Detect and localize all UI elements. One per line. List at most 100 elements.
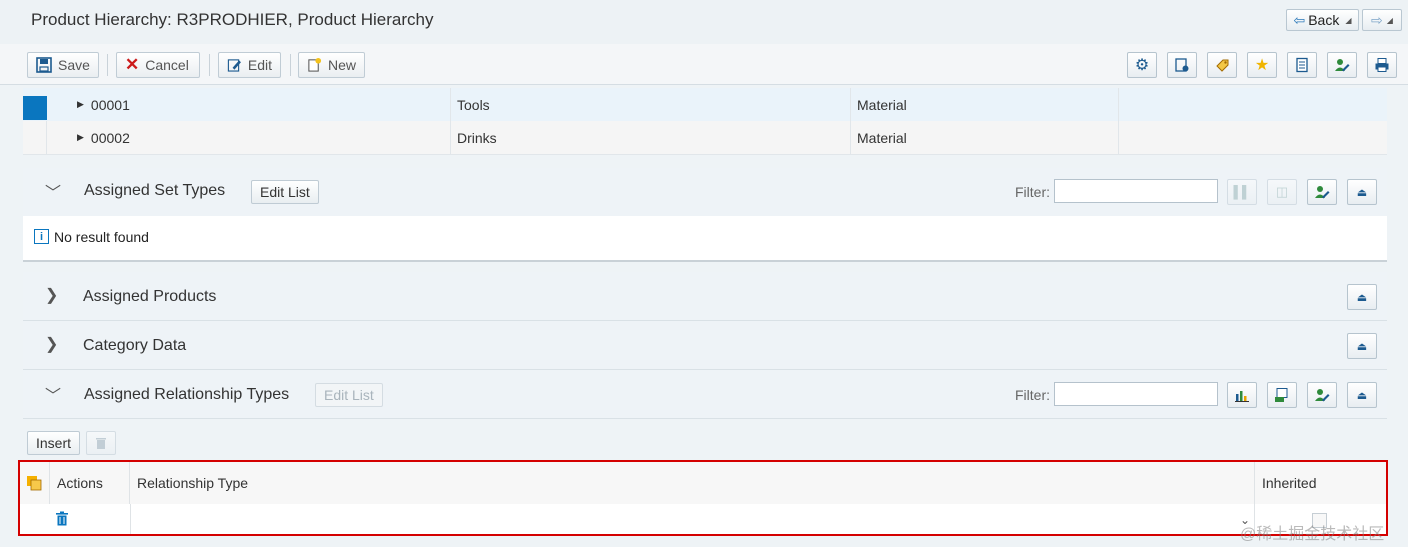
expand-chevron-icon[interactable]: ❯ — [45, 285, 58, 305]
table-row[interactable]: ▶ 00001 Tools Material — [23, 88, 1387, 122]
panel-title: Category Data — [83, 337, 187, 354]
settings-icon: ⚙ — [1134, 57, 1150, 74]
personalize-button[interactable] — [1167, 52, 1197, 78]
expand-triangle-icon[interactable]: ▶ — [77, 132, 84, 143]
export-icon: ◫ — [1275, 184, 1289, 199]
filter-input[interactable] — [1054, 382, 1218, 406]
dropdown-icon: ◢ — [1345, 15, 1352, 25]
page-title: Product Hierarchy: R3PRODHIER, Product H… — [31, 10, 434, 29]
eject-button[interactable]: ⏏ — [1347, 179, 1377, 205]
toolbar-separator — [290, 54, 291, 76]
eject-icon: ⏏ — [1356, 291, 1368, 304]
no-result-area: i No result found — [23, 216, 1387, 262]
edit-list-button[interactable]: Edit List — [251, 180, 319, 204]
eject-icon: ⏏ — [1356, 186, 1368, 199]
personalize-icon — [1175, 58, 1189, 72]
category-data-panel-header[interactable]: ❯ Category Data ⏏ — [23, 321, 1387, 370]
back-button[interactable]: ⇦ Back ◢ — [1286, 9, 1359, 31]
watermark: @稀土掘金技术社区 — [1240, 526, 1385, 543]
eject-icon: ⏏ — [1356, 389, 1368, 402]
new-button[interactable]: New — [298, 52, 365, 78]
chart-icon: ▌▌ — [1233, 185, 1251, 199]
tag-button[interactable] — [1207, 52, 1237, 78]
collapse-chevron-icon[interactable]: ﹀ — [45, 382, 61, 406]
multi-select-icon — [27, 476, 42, 491]
chart-button[interactable]: ▌▌ — [1227, 179, 1257, 205]
chart-icon — [1235, 391, 1249, 402]
export-button[interactable] — [1267, 382, 1297, 408]
back-arrow-icon: ⇦ — [1293, 11, 1306, 28]
dropdown-icon: ◢ — [1386, 15, 1393, 25]
table-row[interactable]: ⌄ — [20, 504, 1386, 534]
collapse-chevron-icon[interactable]: ﹀ — [45, 179, 61, 203]
inherited-column-header[interactable]: Inherited — [1255, 462, 1386, 504]
save-button[interactable]: Save — [27, 52, 99, 78]
row-delete-icon[interactable] — [54, 511, 70, 530]
export-icon — [1275, 388, 1288, 402]
toolbar: Save ✕ Cancel Edit New ⚙ ★ — [0, 44, 1408, 85]
expand-chevron-icon[interactable]: ❯ — [45, 334, 58, 354]
print-icon — [1375, 58, 1389, 72]
type-cell: Material — [851, 88, 1119, 121]
tree-node-cell[interactable]: ▶ 00001 — [47, 88, 451, 121]
assigned-set-types-panel-header: ﹀ Assigned Set Types Edit List Filter: ▌… — [23, 168, 1387, 217]
row-selector[interactable] — [23, 121, 47, 154]
favorite-add-icon: ★ — [1254, 57, 1270, 74]
eject-button[interactable]: ⏏ — [1347, 284, 1377, 310]
user-settings-button[interactable] — [1307, 179, 1337, 205]
notes-icon — [1296, 57, 1308, 73]
notes-button[interactable] — [1287, 52, 1317, 78]
add-favorite-button[interactable]: ★ — [1247, 52, 1277, 78]
assigned-relationship-types-panel-header: ﹀ Assigned Relationship Types Edit List … — [23, 370, 1387, 419]
cancel-x-icon: ✕ — [125, 55, 140, 74]
forward-arrow-icon: ⇨ — [1371, 11, 1383, 28]
expand-triangle-icon[interactable]: ▶ — [77, 99, 84, 110]
row-selector[interactable] — [20, 504, 50, 534]
export-button[interactable]: ◫ — [1267, 179, 1297, 205]
user-settings-button[interactable] — [1307, 382, 1337, 408]
user-edit-icon — [1315, 389, 1330, 402]
actions-column-header[interactable]: Actions — [50, 462, 130, 504]
eject-button[interactable]: ⏏ — [1347, 333, 1377, 359]
description-cell: Drinks — [451, 121, 851, 154]
panel-title: Assigned Relationship Types — [84, 386, 290, 403]
select-all-cell[interactable] — [20, 462, 50, 504]
print-button[interactable] — [1367, 52, 1397, 78]
forward-button[interactable]: ⇨ ◢ — [1362, 9, 1402, 31]
edit-button[interactable]: Edit — [218, 52, 281, 78]
panel-title: Assigned Products — [83, 288, 217, 305]
eject-icon: ⏏ — [1356, 340, 1368, 353]
trash-icon — [96, 438, 106, 449]
relationship-type-dropdown[interactable]: ⌄ — [130, 504, 1255, 534]
new-document-icon — [308, 57, 322, 72]
hierarchy-tree-table: ▶ 00001 Tools Material ▶ 00002 Drinks Ma… — [23, 88, 1387, 155]
save-icon — [36, 57, 52, 73]
settings-icon-button[interactable]: ⚙ — [1127, 52, 1157, 78]
row-selector[interactable] — [23, 96, 47, 120]
assigned-products-panel-header[interactable]: ❯ Assigned Products ⏏ — [23, 272, 1387, 321]
description-cell: Tools — [451, 88, 851, 121]
toolbar-separator — [107, 54, 108, 76]
table-row[interactable]: ▶ 00002 Drinks Material — [23, 121, 1387, 155]
filter-input[interactable] — [1054, 179, 1218, 203]
table-header: Actions Relationship Type Inherited — [20, 462, 1386, 505]
no-result-message: No result found — [54, 229, 149, 245]
relationship-type-column-header[interactable]: Relationship Type — [130, 462, 1255, 504]
user-edit-button[interactable] — [1327, 52, 1357, 78]
edit-list-button[interactable]: Edit List — [315, 383, 383, 407]
delete-button[interactable] — [86, 431, 116, 455]
user-edit-icon — [1335, 59, 1350, 72]
chart-button[interactable] — [1227, 382, 1257, 408]
tag-icon — [1216, 59, 1229, 72]
edit-icon — [227, 59, 241, 72]
toolbar-separator — [209, 54, 210, 76]
user-edit-icon — [1315, 186, 1330, 199]
insert-button[interactable]: Insert — [27, 431, 81, 455]
cancel-button[interactable]: ✕ Cancel — [116, 52, 200, 78]
info-icon: i — [34, 229, 49, 244]
eject-button[interactable]: ⏏ — [1347, 382, 1377, 408]
panel-title: Assigned Set Types — [84, 182, 226, 199]
filter-label: Filter: — [1015, 387, 1050, 403]
tree-node-cell[interactable]: ▶ 00002 — [47, 121, 451, 154]
trash-icon — [56, 511, 68, 526]
